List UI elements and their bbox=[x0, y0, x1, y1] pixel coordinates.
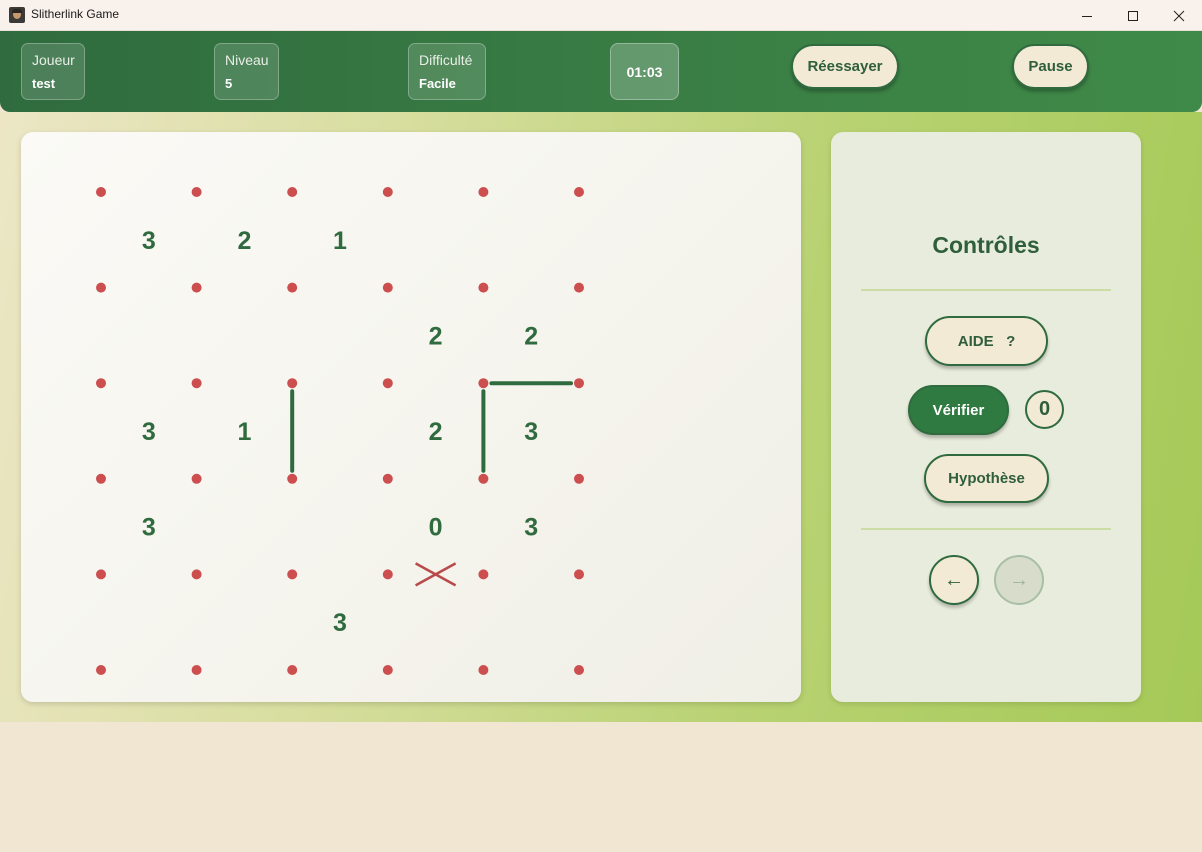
grid-dot bbox=[478, 473, 489, 484]
cell-clue: 3 bbox=[142, 418, 156, 446]
level-value: 5 bbox=[225, 76, 233, 91]
grid-dot bbox=[191, 665, 202, 675]
maximize-button[interactable] bbox=[1110, 0, 1156, 31]
grid-dot bbox=[96, 473, 106, 484]
game-header: Joueur test Niveau 5 Difficulté Facile 0… bbox=[0, 31, 1202, 112]
controls-panel: Contrôles AIDE ? Vérifier 0 Hypothèse ← … bbox=[831, 132, 1141, 702]
retry-button[interactable]: Réessayer bbox=[791, 44, 899, 89]
grid-dot bbox=[478, 282, 489, 293]
cell-clue: 2 bbox=[429, 322, 443, 350]
maximize-icon bbox=[1128, 10, 1138, 21]
cell-clue: 3 bbox=[142, 227, 156, 255]
grid-dot bbox=[287, 187, 298, 197]
divider-top bbox=[861, 289, 1111, 291]
difficulty-label: Difficulté bbox=[419, 52, 473, 68]
grid-dot bbox=[574, 473, 584, 484]
grid-dot bbox=[574, 378, 584, 389]
grid-dot bbox=[382, 282, 393, 293]
app-icon bbox=[9, 7, 25, 23]
cell-clue: 0 bbox=[429, 514, 443, 542]
grid-dot bbox=[478, 569, 489, 580]
minimize-button[interactable] bbox=[1064, 0, 1110, 31]
grid-dot bbox=[96, 187, 106, 197]
grid-dot bbox=[191, 282, 202, 293]
grid-dot bbox=[382, 569, 393, 580]
cell-clue: 2 bbox=[429, 418, 443, 446]
slitherlink-grid[interactable]: 3 2 1 2 2 3 1 2 3 3 0 3 3 bbox=[21, 132, 801, 702]
grid-dot bbox=[287, 473, 298, 484]
verify-count-badge: 0 bbox=[1025, 390, 1064, 429]
player-label: Joueur bbox=[32, 52, 75, 68]
grid-dot bbox=[96, 378, 106, 389]
grid-dot bbox=[574, 187, 584, 197]
controls-title: Contrôles bbox=[932, 232, 1040, 258]
grid-dot bbox=[574, 665, 584, 675]
grid-dot bbox=[382, 665, 393, 675]
cell-clue: 3 bbox=[333, 609, 347, 637]
grid-dot bbox=[382, 473, 393, 484]
pause-button[interactable]: Pause bbox=[1012, 44, 1089, 89]
cell-clue: 3 bbox=[524, 418, 538, 446]
close-button[interactable] bbox=[1156, 0, 1202, 31]
grid-dot bbox=[287, 378, 298, 389]
divider-bottom bbox=[861, 528, 1111, 530]
grid-dot bbox=[191, 473, 202, 484]
grid-dot bbox=[96, 665, 106, 675]
grid-dot bbox=[96, 569, 106, 580]
close-icon bbox=[1173, 10, 1185, 21]
cell-clue: 3 bbox=[524, 514, 538, 542]
level-label: Niveau bbox=[225, 52, 269, 68]
level-box: Niveau 5 bbox=[214, 43, 279, 100]
cell-clue: 3 bbox=[142, 514, 156, 542]
cell-clue: 1 bbox=[237, 418, 251, 446]
grid-dot bbox=[287, 665, 298, 675]
help-button[interactable]: AIDE ? bbox=[925, 316, 1048, 366]
player-value: test bbox=[32, 76, 56, 91]
cell-clue: 1 bbox=[333, 227, 347, 255]
redo-button[interactable]: → bbox=[994, 555, 1044, 605]
undo-button[interactable]: ← bbox=[929, 555, 979, 605]
grid-dot bbox=[191, 187, 202, 197]
grid-dot bbox=[191, 378, 202, 389]
board-panel: 3 2 1 2 2 3 1 2 3 3 0 3 3 bbox=[21, 132, 801, 702]
cell-clue: 2 bbox=[524, 322, 538, 350]
grid-dot bbox=[574, 569, 584, 580]
timer-display: 01:03 bbox=[610, 43, 679, 100]
minimize-icon bbox=[1082, 15, 1092, 17]
cell-clue: 2 bbox=[237, 227, 251, 255]
grid-dot bbox=[478, 665, 489, 675]
grid-dot bbox=[382, 378, 393, 389]
grid-dot bbox=[478, 187, 489, 197]
window-title: Slitherlink Game bbox=[31, 7, 120, 21]
grid-dot bbox=[574, 282, 584, 293]
arrow-left-icon: ← bbox=[944, 568, 964, 591]
arrow-right-icon: → bbox=[1009, 568, 1029, 591]
hypothesis-button[interactable]: Hypothèse bbox=[924, 454, 1049, 503]
player-box: Joueur test bbox=[21, 43, 85, 100]
grid-dot bbox=[287, 282, 298, 293]
grid-dot bbox=[382, 187, 393, 197]
window-titlebar: Slitherlink Game bbox=[0, 0, 1202, 31]
verify-button[interactable]: Vérifier bbox=[908, 385, 1009, 435]
grid-dot bbox=[287, 569, 298, 580]
grid-dot bbox=[191, 569, 202, 580]
difficulty-value: Facile bbox=[419, 76, 456, 91]
grid-dot bbox=[478, 378, 489, 389]
difficulty-box: Difficulté Facile bbox=[408, 43, 486, 100]
grid-dot bbox=[96, 282, 106, 293]
